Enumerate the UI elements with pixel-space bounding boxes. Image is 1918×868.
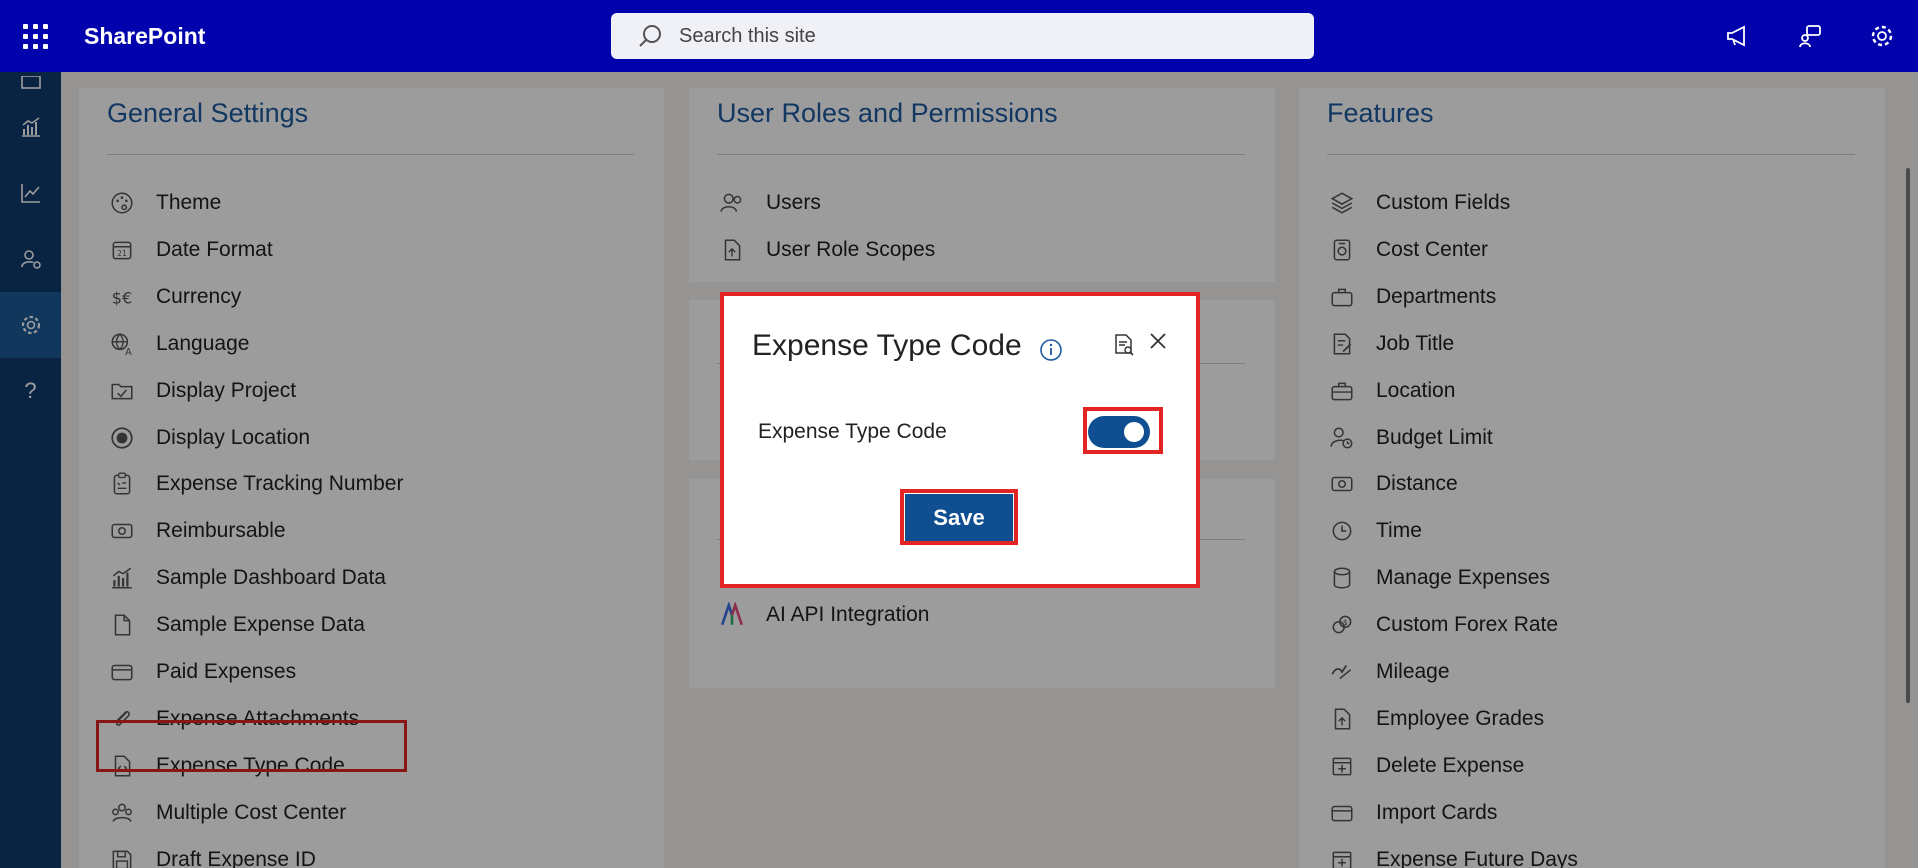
search-icon (635, 21, 665, 51)
expense-type-code-dialog: Expense Type Code Expense Type Code Save (723, 294, 1197, 585)
waffle-icon (22, 23, 48, 49)
dialog-title: Expense Type Code (752, 329, 1022, 362)
search-input[interactable]: Search this site (679, 25, 816, 48)
toggle-highlight (1083, 407, 1163, 454)
save-highlight (900, 489, 1018, 545)
close-icon[interactable] (1148, 331, 1168, 356)
megaphone-icon[interactable] (1702, 0, 1774, 72)
app-name[interactable]: SharePoint (84, 23, 205, 50)
gear-icon[interactable] (1846, 0, 1918, 72)
document-search-icon[interactable] (1113, 333, 1135, 362)
scrollbar[interactable] (1906, 168, 1910, 703)
app-launcher-button[interactable] (0, 0, 70, 72)
info-icon[interactable] (1039, 338, 1063, 367)
search-box[interactable]: Search this site (611, 13, 1314, 59)
toggle-label: Expense Type Code (758, 420, 947, 443)
suite-bar: SharePoint Search this site (0, 0, 1918, 72)
chat-icon[interactable] (1774, 0, 1846, 72)
